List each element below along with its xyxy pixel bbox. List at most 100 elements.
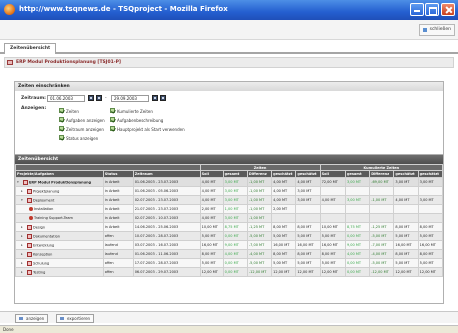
checkbox-cumulative[interactable] [110,108,115,113]
value-cell [369,204,395,214]
value-cell: 4,00 MT [344,249,371,259]
window-titlebar: http://www.tsqnews.de - TSQproject - Moz… [0,0,458,20]
times-panel-header: Zeitenübersicht [15,155,443,164]
show-button[interactable]: anzeigen [15,314,49,323]
tab-strip: Zeitenübersicht [0,41,458,54]
checkbox-task-description[interactable] [110,117,115,122]
table-row[interactable]: ▸ Design in Arbeit 14.06.2003 - 25.06.2003 1… [15,222,444,232]
value-cell: -1,00 MT [246,177,273,187]
task-name[interactable]: Training Support-Team [34,216,73,220]
value-cell: 16,00 MT [393,240,419,250]
task-name[interactable]: Testing [33,270,45,274]
value-cell: 5,00 MT [393,231,419,241]
checkbox-main-project-start[interactable] [110,126,115,131]
column-header-difference[interactable]: Differenz [246,170,273,178]
value-cell [319,213,346,223]
calendar-from-alt-icon[interactable] [96,95,102,101]
value-cell: 8,00 MT [271,222,297,232]
value-cell: 3,00 MT [222,177,248,187]
status-text: Done [3,327,14,332]
calendar-from-icon[interactable] [88,95,94,101]
status-cell: laufend [102,249,134,259]
value-cell: 4,00 MT [271,186,297,196]
checkbox-times[interactable] [59,108,64,113]
task-name[interactable]: Entwicklung [33,243,54,247]
range-cell: 03.07.2003 - 16.07.2003 [132,240,201,250]
task-icon [27,260,32,266]
table-row[interactable]: ▾ ERP Modul Produktionsplanung in Arbeit 01… [15,177,444,187]
checkbox-status[interactable] [59,135,64,140]
value-cell: 3,00 MT [417,177,444,187]
task-name[interactable]: ERP Modul Produktionsplanung [29,180,91,184]
table-row[interactable]: Installation in Arbeit 21.07.2003 - 23.07.… [15,204,444,214]
task-dot-icon [29,207,33,211]
status-cell: in Arbeit [102,213,134,223]
range-cell: 02.07.2003 - 10.07.2003 [132,213,201,223]
value-cell [295,204,321,214]
column-header-cum-total[interactable]: gesamt [344,170,371,178]
task-name[interactable]: Installation [34,207,53,211]
value-cell [393,186,419,196]
column-header-task[interactable]: Projekte/Aufgaben [15,170,104,178]
export-button[interactable]: exportieren [56,314,95,323]
value-cell: -1,00 MT [369,195,395,205]
table-row[interactable]: ▸ Testing offen 06.07.2003 - 29.07.2003 12,0… [15,267,444,277]
task-icon [27,233,32,239]
column-header-status[interactable]: Status [102,170,134,178]
column-header-target[interactable]: Soll [199,170,224,178]
column-header-total[interactable]: gesamt [222,170,248,178]
value-cell: -4,00 MT [369,249,395,259]
value-cell: -12,00 MT [246,267,273,277]
task-cell: ▸ Testing [15,267,104,277]
value-cell [369,186,395,196]
window-close-button[interactable] [441,3,455,16]
status-bar: Done [0,325,458,333]
table-row[interactable]: ▾ Deployment in Arbeit 02.07.2003 - 23.07.2… [15,195,444,205]
value-cell: 12,00 MT [393,267,419,277]
value-cell: -4,00 MT [246,249,273,259]
minimize-button[interactable] [410,3,424,16]
task-cell: ▸ Dokumentation [15,231,104,241]
date-from-input[interactable]: 01.06.2003 [47,95,85,102]
value-cell: -1,00 MT [246,195,273,205]
column-header-cum-estimated-2[interactable]: geschätzt [417,170,444,178]
task-name[interactable]: Konzeption [33,252,52,256]
maximize-button[interactable] [425,3,439,16]
table-row[interactable]: Training Support-Team in Arbeit 02.07.2003… [15,213,444,223]
close-link-button[interactable]: schließen [418,24,455,36]
task-name[interactable]: Projektplanung [33,189,59,193]
calendar-to-alt-icon[interactable] [160,95,166,101]
column-header-range[interactable]: Zeitraum [132,170,201,178]
value-cell: 8,75 MT [344,222,371,232]
value-cell: 0,00 MT [222,267,248,277]
range-cell: 14.06.2003 - 25.06.2003 [132,222,201,232]
table-row[interactable]: ▸ Konzeption laufend 01.06.2003 - 11.06.200… [15,249,444,259]
column-header-estimated[interactable]: geschätzt [271,170,297,178]
tab-time-overview[interactable]: Zeitenübersicht [4,43,57,54]
column-header-cum-difference[interactable]: Differenz [369,170,395,178]
value-cell: 10,00 MT [319,222,346,232]
checkbox-tasks[interactable] [59,117,64,122]
task-name[interactable]: Deployment [33,198,54,202]
task-name[interactable]: Dokumentation [33,234,60,238]
task-name[interactable]: Schulung [33,261,49,265]
calendar-to-icon[interactable] [152,95,158,101]
date-to-input[interactable]: 29.09.2003 [111,95,149,102]
value-cell: 5,00 MT [319,231,346,241]
value-cell: 2,00 MT [271,204,297,214]
checkbox-range[interactable] [59,126,64,131]
table-row[interactable]: ▸ Dokumentation offen 10.07.2003 - 28.07.20… [15,231,444,241]
column-header-cum-target[interactable]: Soll [319,170,346,178]
table-row[interactable]: ▸ Projektplanung in Arbeit 01.06.2003 - 05.… [15,186,444,196]
value-cell: 3,00 MT [222,195,248,205]
task-name[interactable]: Design [33,225,45,229]
column-header-estimated-2[interactable]: geschätzt [295,170,321,178]
value-cell: 3,00 MT [295,195,321,205]
project-title[interactable]: ERP Modul Produktionsplanung [TSJ01-P] [16,60,121,65]
column-header-cum-estimated[interactable]: geschätzt [393,170,419,178]
table-row[interactable]: ▸ Schulung offen 17.07.2003 - 28.07.2003 5,0… [15,258,444,268]
value-cell: 9,00 MT [222,240,248,250]
range-label: Zeitraum: [21,96,46,101]
value-cell: 12,00 MT [271,267,297,277]
table-row[interactable]: ▸ Entwicklung laufend 03.07.2003 - 16.07.20… [15,240,444,250]
